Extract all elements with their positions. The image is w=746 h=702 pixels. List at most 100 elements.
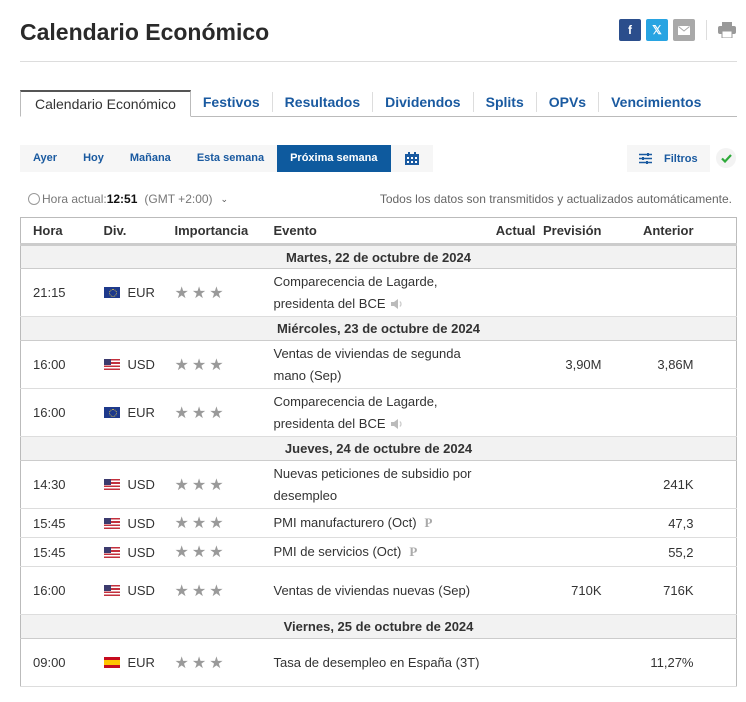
row-spacer xyxy=(693,508,737,538)
current-time-value: 12:51 xyxy=(106,192,138,206)
event-row[interactable]: 16:00 EUR ★★★ Comparecencia de Lagarde, pre… xyxy=(20,388,737,437)
header-currency: Div. xyxy=(103,217,175,246)
event-forecast: 3,90M xyxy=(535,340,602,389)
filter-hoy[interactable]: Hoy xyxy=(70,145,117,172)
importance-stars-icon: ★★★ xyxy=(174,404,227,422)
event-cell: PMI de servicios (Oct) P xyxy=(273,537,480,567)
header-forecast: Previsión xyxy=(535,217,602,246)
filter-esta-semana[interactable]: Esta semana xyxy=(184,145,277,172)
event-name[interactable]: Comparecencia de Lagarde, presidenta del… xyxy=(274,274,438,311)
email-share-button[interactable] xyxy=(673,19,695,41)
filter-manana[interactable]: Mañana xyxy=(117,145,184,172)
row-spacer xyxy=(693,638,737,687)
clock-icon xyxy=(28,193,40,205)
tab-opvs[interactable]: OPVs xyxy=(535,92,598,112)
tab-resultados[interactable]: Resultados xyxy=(271,92,372,112)
event-cell: Tasa de desempleo en España (3T) xyxy=(273,638,480,687)
event-time: 21:15 xyxy=(20,268,104,317)
speaker-icon[interactable] xyxy=(390,418,404,430)
event-importance: ★★★ xyxy=(174,566,274,615)
chevron-down-icon[interactable]: ⌄ xyxy=(221,194,229,205)
event-cell: Comparecencia de Lagarde, presidenta del… xyxy=(273,268,480,317)
event-name[interactable]: Ventas de viviendas de segunda mano (Sep… xyxy=(274,346,461,383)
header-time: Hora xyxy=(20,217,104,246)
day-date: Martes, 22 de octubre de 2024 xyxy=(20,244,737,269)
event-forecast xyxy=(535,268,602,317)
event-importance: ★★★ xyxy=(174,388,274,437)
event-forecast xyxy=(535,508,602,538)
event-currency-cell: USD xyxy=(103,566,175,615)
tab-festivos[interactable]: Festivos xyxy=(191,92,272,112)
event-previous: 716K xyxy=(601,566,694,615)
event-name[interactable]: Ventas de viviendas nuevas (Sep) xyxy=(274,583,471,598)
speaker-icon[interactable] xyxy=(390,298,404,310)
main-tabs: Calendario Económico Festivos Resultados… xyxy=(20,90,737,117)
share-divider xyxy=(706,20,707,40)
event-previous xyxy=(601,388,694,437)
event-forecast xyxy=(535,537,602,567)
event-actual xyxy=(479,340,536,389)
event-cell: Ventas de viviendas de segunda mano (Sep… xyxy=(273,340,480,389)
event-cell: Comparecencia de Lagarde, presidenta del… xyxy=(273,388,480,437)
event-row[interactable]: 09:00 EUR ★★★ Tasa de desempleo en España (… xyxy=(20,638,737,687)
importance-stars-icon: ★★★ xyxy=(174,515,227,532)
event-currency-cell: USD xyxy=(103,537,175,567)
event-importance: ★★★ xyxy=(174,460,274,509)
header-event: Evento xyxy=(273,217,480,246)
day-header-row: Viernes, 25 de octubre de 2024 xyxy=(20,614,737,639)
tab-dividendos[interactable]: Dividendos xyxy=(372,92,472,112)
event-previous xyxy=(601,268,694,317)
event-row[interactable]: 16:00 USD ★★★ Ventas de viviendas de segund… xyxy=(20,340,737,389)
day-filter-bar: Ayer Hoy Mañana Esta semana Próxima sema… xyxy=(20,145,433,172)
event-name[interactable]: Nuevas peticiones de subsidio por desemp… xyxy=(274,466,472,503)
current-time-info[interactable]: Hora actual: 12:51 (GMT +2:00) ⌄ xyxy=(28,192,228,206)
facebook-share-button[interactable]: f xyxy=(619,19,641,41)
event-actual xyxy=(479,566,536,615)
event-currency-cell: EUR xyxy=(103,268,175,317)
importance-stars-icon: ★★★ xyxy=(174,582,227,600)
event-currency: USD xyxy=(127,544,155,560)
filter-ayer[interactable]: Ayer xyxy=(20,145,70,172)
event-time: 16:00 xyxy=(20,388,104,437)
day-header-row: Jueves, 24 de octubre de 2024 xyxy=(20,436,737,461)
print-button[interactable] xyxy=(718,21,736,39)
tab-vencimientos[interactable]: Vencimientos xyxy=(598,92,713,112)
event-row[interactable]: 14:30 USD ★★★ Nuevas peticiones de subsidio… xyxy=(20,460,737,509)
event-currency-cell: EUR xyxy=(103,388,175,437)
event-previous: 3,86M xyxy=(601,340,694,389)
flag-us-icon xyxy=(103,359,120,370)
economic-calendar-table: Hora Div. Importancia Evento Actual Prev… xyxy=(20,217,737,687)
current-time-label: Hora actual: xyxy=(42,192,107,206)
page-title: Calendario Económico xyxy=(20,19,270,45)
preliminary-badge: P xyxy=(424,515,433,530)
timezone-value: (GMT +2:00) xyxy=(144,192,213,206)
event-name[interactable]: PMI manufacturero (Oct) xyxy=(274,515,417,530)
flag-us-icon xyxy=(103,517,120,529)
event-currency: EUR xyxy=(127,405,155,420)
event-row[interactable]: 15:45 USD ★★★ PMI de servicios (Oct) P 55,2 xyxy=(20,537,737,567)
event-name[interactable]: Comparecencia de Lagarde, presidenta del… xyxy=(274,394,438,431)
twitter-share-button[interactable]: 𝕏 xyxy=(646,19,668,41)
filter-proxima-semana[interactable]: Próxima semana xyxy=(277,145,391,172)
event-row[interactable]: 16:00 USD ★★★ Ventas de viviendas nuevas (S… xyxy=(20,566,737,615)
event-row[interactable]: 21:15 EUR ★★★ Comparecencia de Lagarde, pre… xyxy=(20,268,737,317)
event-importance: ★★★ xyxy=(174,268,274,317)
tab-splits[interactable]: Splits xyxy=(472,92,536,112)
auto-update-note: Todos los datos son transmitidos y actua… xyxy=(379,192,732,206)
event-name[interactable]: Tasa de desempleo en España (3T) xyxy=(274,655,480,670)
filters-applied-indicator xyxy=(716,148,736,168)
event-name[interactable]: PMI de servicios (Oct) xyxy=(274,544,402,559)
row-spacer xyxy=(693,537,737,567)
event-actual xyxy=(479,268,536,317)
event-actual xyxy=(479,638,536,687)
flag-eu-icon xyxy=(103,287,120,298)
tab-calendario-economico[interactable]: Calendario Económico xyxy=(20,90,191,117)
row-spacer xyxy=(693,340,737,389)
filters-button[interactable]: Filtros xyxy=(627,145,710,172)
email-icon xyxy=(678,25,690,35)
event-row[interactable]: 15:45 USD ★★★ PMI manufacturero (Oct) P 47,3 xyxy=(20,508,737,538)
date-picker-button[interactable] xyxy=(391,145,433,172)
event-currency: USD xyxy=(127,583,155,598)
event-previous: 11,27% xyxy=(601,638,694,687)
event-cell: Nuevas peticiones de subsidio por desemp… xyxy=(273,460,480,509)
